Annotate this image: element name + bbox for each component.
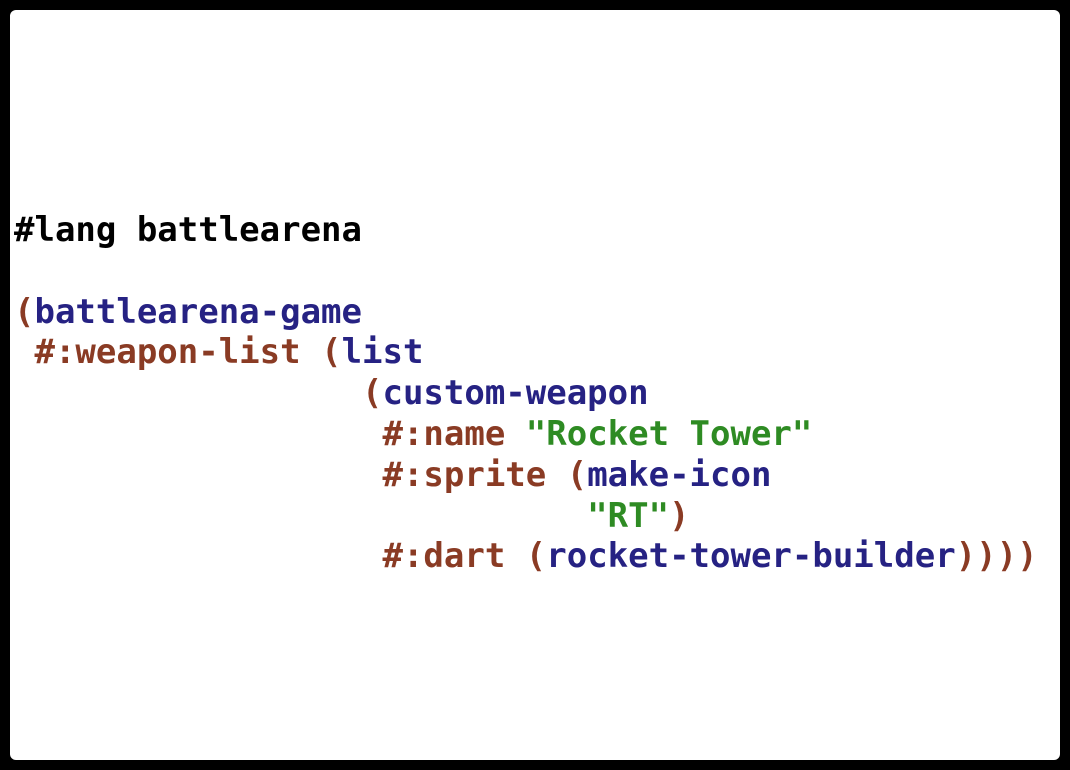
string-rocket-tower: "Rocket Tower" [525,413,813,454]
code-editor[interactable]: #lang battlearena (battlearena-game #:we… [14,210,1038,577]
keyword-name: #:name [382,413,506,454]
open-paren: ( [362,373,383,414]
open-paren: ( [14,291,35,332]
string-rt: "RT" [587,495,670,536]
identifier-make-icon: make-icon [587,454,772,495]
code-line-weapon-list: #:weapon-list (list [14,332,1038,373]
code-line-name: #:name "Rocket Tower" [14,414,1038,455]
close-parens: )))) [955,536,1038,577]
code-line-lang: #lang battlearena [14,210,1038,251]
close-paren: ) [669,495,690,536]
keyword-weapon-list: #:weapon-list [34,332,301,373]
identifier-list: list [341,332,424,373]
identifier-custom-weapon: custom-weapon [382,373,649,414]
identifier-battlearena-game: battlearena-game [34,291,362,332]
code-line-game: (battlearena-game [14,292,1038,333]
code-line-rt: "RT") [14,496,1038,537]
lang-directive: #lang battlearena [14,210,362,250]
identifier-rocket-tower-builder: rocket-tower-builder [546,536,956,577]
editor-window: #lang battlearena (battlearena-game #:we… [10,10,1060,760]
code-line-empty [14,251,1038,292]
open-paren: ( [566,454,588,495]
code-line-sprite: #:sprite (make-icon [14,455,1038,496]
keyword-dart: #:dart [382,536,506,577]
open-paren: ( [525,536,547,577]
keyword-sprite: #:sprite [382,454,547,495]
code-line-dart: #:dart (rocket-tower-builder)))) [14,536,1038,577]
code-line-custom-weapon: (custom-weapon [14,373,1038,414]
open-paren: ( [321,332,342,373]
